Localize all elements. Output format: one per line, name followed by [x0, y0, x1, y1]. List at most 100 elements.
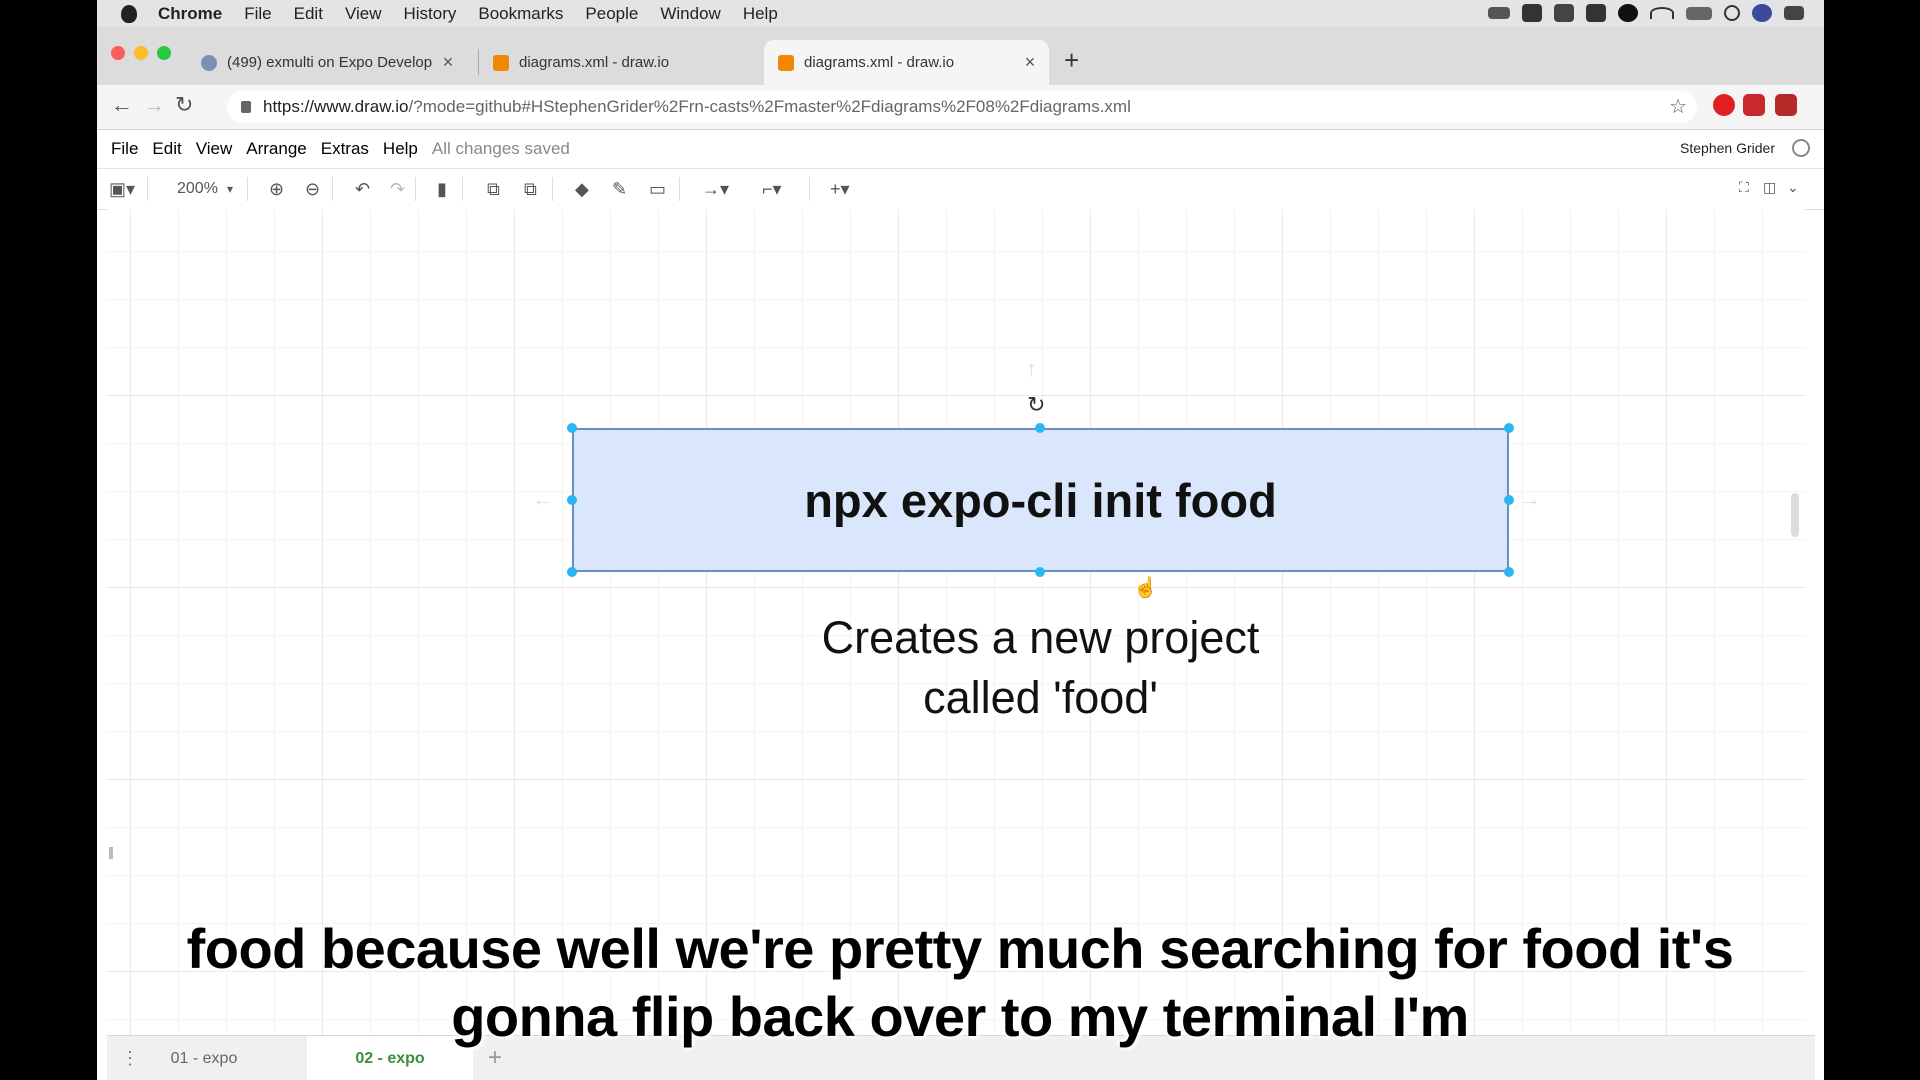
- minimize-window-button[interactable]: [134, 46, 148, 60]
- drawio-icon: [493, 54, 509, 71]
- menu-people[interactable]: People: [585, 4, 638, 24]
- sidebar-resize-handle[interactable]: [109, 847, 113, 859]
- globe-icon[interactable]: [1792, 139, 1810, 157]
- user-name[interactable]: Stephen Grider: [1680, 140, 1775, 156]
- reload-button[interactable]: ↻: [175, 92, 193, 118]
- url-path: /?mode=github#HStephenGrider%2Frn-casts%…: [408, 97, 1131, 116]
- zoom-in-icon[interactable]: ⊕: [269, 179, 284, 200]
- menu-view[interactable]: View: [345, 4, 382, 24]
- vertical-scrollbar[interactable]: [1791, 493, 1799, 537]
- arrow-right-icon[interactable]: →: [1519, 486, 1541, 512]
- chevron-down-icon[interactable]: ▾: [227, 182, 233, 196]
- drawio-menu-help[interactable]: Help: [383, 139, 418, 159]
- command-shape[interactable]: npx expo-cli init food: [572, 428, 1509, 572]
- menu-history[interactable]: History: [403, 4, 456, 24]
- format-panel-icon[interactable]: ▣▾: [109, 179, 135, 200]
- resize-handle-e[interactable]: [1504, 495, 1514, 505]
- notification-center-icon[interactable]: [1784, 6, 1804, 20]
- connection-icon[interactable]: →▾: [702, 179, 729, 200]
- shadow-icon[interactable]: ▭: [649, 179, 666, 200]
- record-icon[interactable]: [1618, 4, 1638, 22]
- drawio-menu-view[interactable]: View: [196, 139, 233, 159]
- menu-chrome[interactable]: Chrome: [158, 4, 222, 24]
- subtitle-line-2: gonna flip back over to my terminal I'm: [451, 985, 1469, 1048]
- delete-icon[interactable]: ▮: [437, 179, 447, 200]
- glasses-icon[interactable]: [1488, 7, 1510, 19]
- drawio-menu-edit[interactable]: Edit: [152, 139, 181, 159]
- address-bar[interactable]: https://www.draw.io /?mode=github#HSteph…: [227, 91, 1697, 123]
- apple-icon[interactable]: [121, 4, 137, 23]
- browser-tab-drawio-2[interactable]: diagrams.xml - draw.io ×: [764, 40, 1049, 85]
- toolbar-divider: [552, 177, 553, 201]
- rotate-handle-icon[interactable]: ↻: [1027, 392, 1045, 418]
- browser-tab-strip: (499) exmulti on Expo Develop × diagrams…: [97, 27, 1824, 85]
- new-tab-button[interactable]: +: [1064, 45, 1079, 76]
- close-tab-icon[interactable]: ×: [437, 52, 459, 73]
- page-tab-label: 01 - expo: [170, 1049, 238, 1067]
- maximize-window-button[interactable]: [157, 46, 171, 60]
- close-window-button[interactable]: [111, 46, 125, 60]
- waypoints-icon[interactable]: ⌐▾: [762, 179, 782, 200]
- back-button[interactable]: ←: [111, 92, 133, 118]
- browser-toolbar: ← → ↻ https://www.draw.io /?mode=github#…: [97, 85, 1824, 130]
- toolbar-divider: [809, 177, 810, 201]
- to-back-icon[interactable]: ⧉: [524, 179, 537, 200]
- format-toggle-icon[interactable]: ◫: [1763, 179, 1776, 196]
- page-tab-label: 02 - expo: [355, 1049, 425, 1067]
- bird-icon[interactable]: [1586, 4, 1606, 22]
- menu-help[interactable]: Help: [743, 4, 778, 24]
- video-subtitle: food because well we're pretty much sear…: [0, 915, 1920, 1051]
- zoom-select[interactable]: 200%: [177, 180, 218, 198]
- browser-tab-expo[interactable]: (499) exmulti on Expo Develop ×: [187, 40, 467, 85]
- resize-handle-n[interactable]: [1035, 423, 1045, 433]
- zoom-out-icon[interactable]: ⊖: [305, 179, 320, 200]
- cloud-icon[interactable]: [1554, 4, 1574, 22]
- tab-label: diagrams.xml - draw.io: [804, 54, 955, 71]
- drawio-menu-arrange[interactable]: Arrange: [246, 139, 306, 159]
- resize-handle-nw[interactable]: [567, 423, 577, 433]
- line-color-icon[interactable]: ✎: [612, 179, 627, 200]
- siri-icon[interactable]: [1752, 4, 1772, 22]
- status-icons: [1488, 4, 1804, 22]
- opera-extension-icon[interactable]: [1713, 94, 1735, 116]
- redo-icon[interactable]: ↷: [390, 179, 405, 200]
- drawio-menu-file[interactable]: File: [111, 139, 138, 159]
- caption-text[interactable]: Creates a new project called 'food': [697, 608, 1384, 728]
- resize-handle-sw[interactable]: [567, 567, 577, 577]
- shape-label: npx expo-cli init food: [804, 473, 1277, 527]
- resize-handle-se[interactable]: [1504, 567, 1514, 577]
- expo-icon: [201, 54, 217, 71]
- bookmark-star-icon[interactable]: ☆: [1669, 94, 1687, 119]
- insert-icon[interactable]: +▾: [830, 179, 850, 200]
- elephant-icon[interactable]: [1522, 4, 1542, 22]
- menu-edit[interactable]: Edit: [294, 4, 323, 24]
- menu-bookmarks[interactable]: Bookmarks: [478, 4, 563, 24]
- resize-handle-ne[interactable]: [1504, 423, 1514, 433]
- fullscreen-icon[interactable]: ⛶: [1739, 179, 1749, 196]
- to-front-icon[interactable]: ⧉: [487, 179, 500, 200]
- drawio-toolbar: ▣▾ 200% ▾ ⊕ ⊖ ↶ ↷ ▮ ⧉ ⧉ ◆ ✎ ▭ →▾ ⌐▾ +▾ ⛶…: [97, 168, 1824, 210]
- battery-icon[interactable]: [1686, 6, 1712, 20]
- arrow-up-icon[interactable]: ↑: [1026, 356, 1037, 382]
- tab-label: (499) exmulti on Expo Develop: [227, 54, 433, 71]
- shield-extension-icon[interactable]: [1775, 94, 1797, 116]
- undo-icon[interactable]: ↶: [355, 179, 370, 200]
- forward-button[interactable]: →: [143, 92, 165, 118]
- fill-color-icon[interactable]: ◆: [575, 179, 589, 200]
- arrow-left-icon[interactable]: ←: [532, 486, 554, 512]
- menu-file[interactable]: File: [244, 4, 271, 24]
- resize-handle-s[interactable]: [1035, 567, 1045, 577]
- macos-menu-bar: Chrome File Edit View History Bookmarks …: [97, 0, 1824, 27]
- drawio-menu-extras[interactable]: Extras: [321, 139, 369, 159]
- menu-window[interactable]: Window: [660, 4, 720, 24]
- toolbar-divider: [462, 177, 463, 201]
- wifi-icon[interactable]: [1650, 7, 1674, 19]
- toolbar-divider: [415, 177, 416, 201]
- page-menu-icon[interactable]: ⋮: [121, 1048, 139, 1069]
- lastpass-extension-icon[interactable]: [1743, 94, 1765, 116]
- close-tab-icon[interactable]: ×: [1019, 52, 1041, 73]
- collapse-icon[interactable]: ⌄: [1787, 179, 1799, 196]
- caption-line-1: Creates a new project: [821, 612, 1260, 663]
- resize-handle-w[interactable]: [567, 495, 577, 505]
- search-icon[interactable]: [1724, 5, 1740, 21]
